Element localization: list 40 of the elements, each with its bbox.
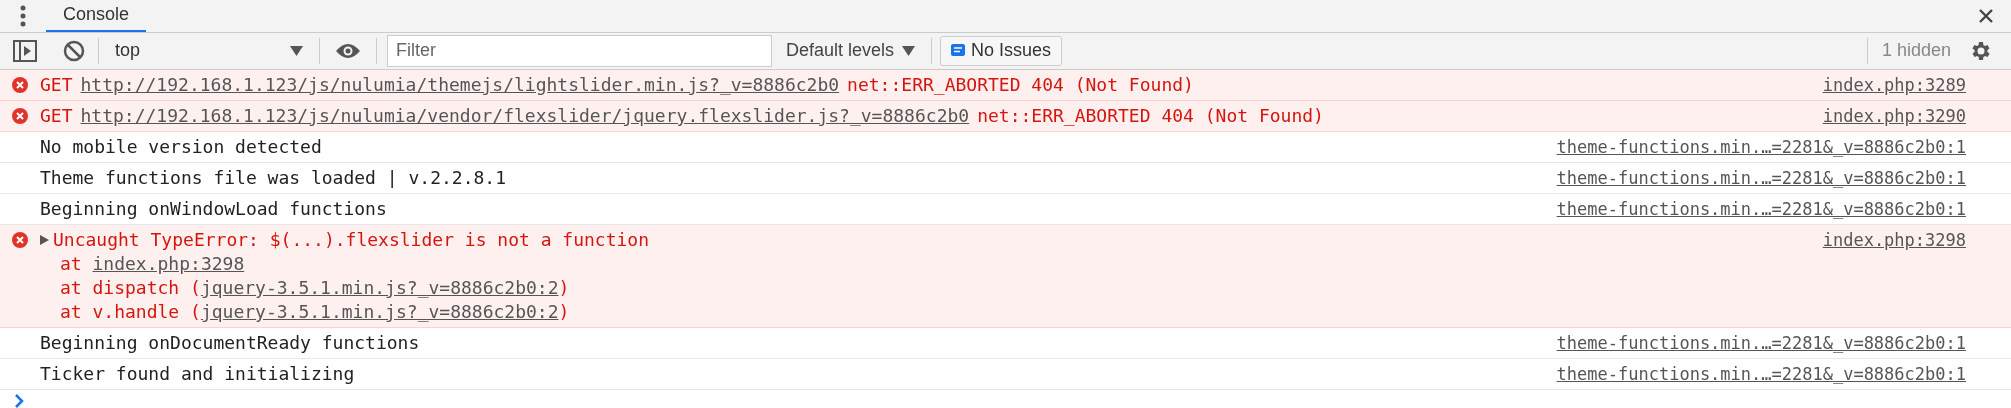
expand-triangle-icon[interactable] <box>40 235 49 245</box>
panel-tab[interactable]: Console <box>46 0 147 32</box>
request-method: GET <box>40 73 73 97</box>
error-icon <box>12 77 28 93</box>
stack-link[interactable]: jquery-3.5.1.min.js?_v=8886c2b0:2 <box>200 277 559 298</box>
message-icon <box>951 43 966 58</box>
stack-frame: at index.php:3298 <box>60 253 245 274</box>
source-link[interactable]: theme-functions.min.…=2281&_v=8886c2b0:1 <box>1556 168 1966 188</box>
dropdown-caret-icon <box>290 45 303 56</box>
source-link[interactable]: index.php:3290 <box>1822 106 1966 126</box>
stack-link[interactable]: index.php:3298 <box>92 253 245 274</box>
filter-field[interactable]: Filter <box>387 34 772 67</box>
source-link[interactable]: theme-functions.min.…=2281&_v=8886c2b0:1 <box>1556 137 1966 157</box>
log-message: Beginning onDocumentReady functions <box>40 332 420 353</box>
levels-dropdown[interactable]: Default levels <box>784 37 918 65</box>
error-status: net::ERR_ABORTED 404 (Not Found) <box>847 73 1194 97</box>
request-url[interactable]: http://192.168.1.123/js/nulumia/themejs/lightslider.min.js?_v=8886c2b0 <box>80 73 840 97</box>
request-url[interactable]: http://192.168.1.123/js/nulumia/vendor/flexslider/jquery.flexslider.js?_v=8886c2b0 <box>80 104 970 128</box>
context-dropdown[interactable]: top <box>99 37 319 65</box>
error-icon <box>12 232 28 248</box>
source-link[interactable]: theme-functions.min.…=2281&_v=8886c2b0:1 <box>1556 333 1966 353</box>
log-message: No mobile version detected <box>40 136 322 157</box>
error-icon <box>12 108 28 124</box>
prompt-chevron-icon <box>14 394 24 408</box>
source-link[interactable]: theme-functions.min.…=2281&_v=8886c2b0:1 <box>1556 364 1966 384</box>
source-link[interactable]: theme-functions.min.…=2281&_v=8886c2b0:1 <box>1556 199 1966 219</box>
log-message: Theme functions file was loaded | v.2.2.8.1 <box>40 167 506 188</box>
stack-link[interactable]: jquery-3.5.1.min.js?_v=8886c2b0:2 <box>200 301 559 322</box>
exception-message: Uncaught TypeError: $(...).flexslider is not a function <box>53 228 650 252</box>
hidden-count: 1 hidden <box>1881 39 1951 63</box>
dropdown-caret-icon <box>902 45 916 56</box>
source-link[interactable]: index.php:3298 <box>1822 230 1966 250</box>
log-message: Ticker found and initializing <box>40 363 355 384</box>
source-link[interactable]: index.php:3289 <box>1822 75 1966 95</box>
log-message: Beginning onWindowLoad functions <box>40 198 387 219</box>
error-status: net::ERR_ABORTED 404 (Not Found) <box>977 104 1324 128</box>
stack-frame: at v.handle (jquery-3.5.1.min.js?_v=8886c2b0:2) <box>60 301 570 322</box>
stack-frame: at dispatch (jquery-3.5.1.min.js?_v=8886c2b0:2) <box>60 277 570 298</box>
issues-button[interactable]: No Issues <box>940 35 1063 66</box>
request-method: GET <box>40 104 73 128</box>
